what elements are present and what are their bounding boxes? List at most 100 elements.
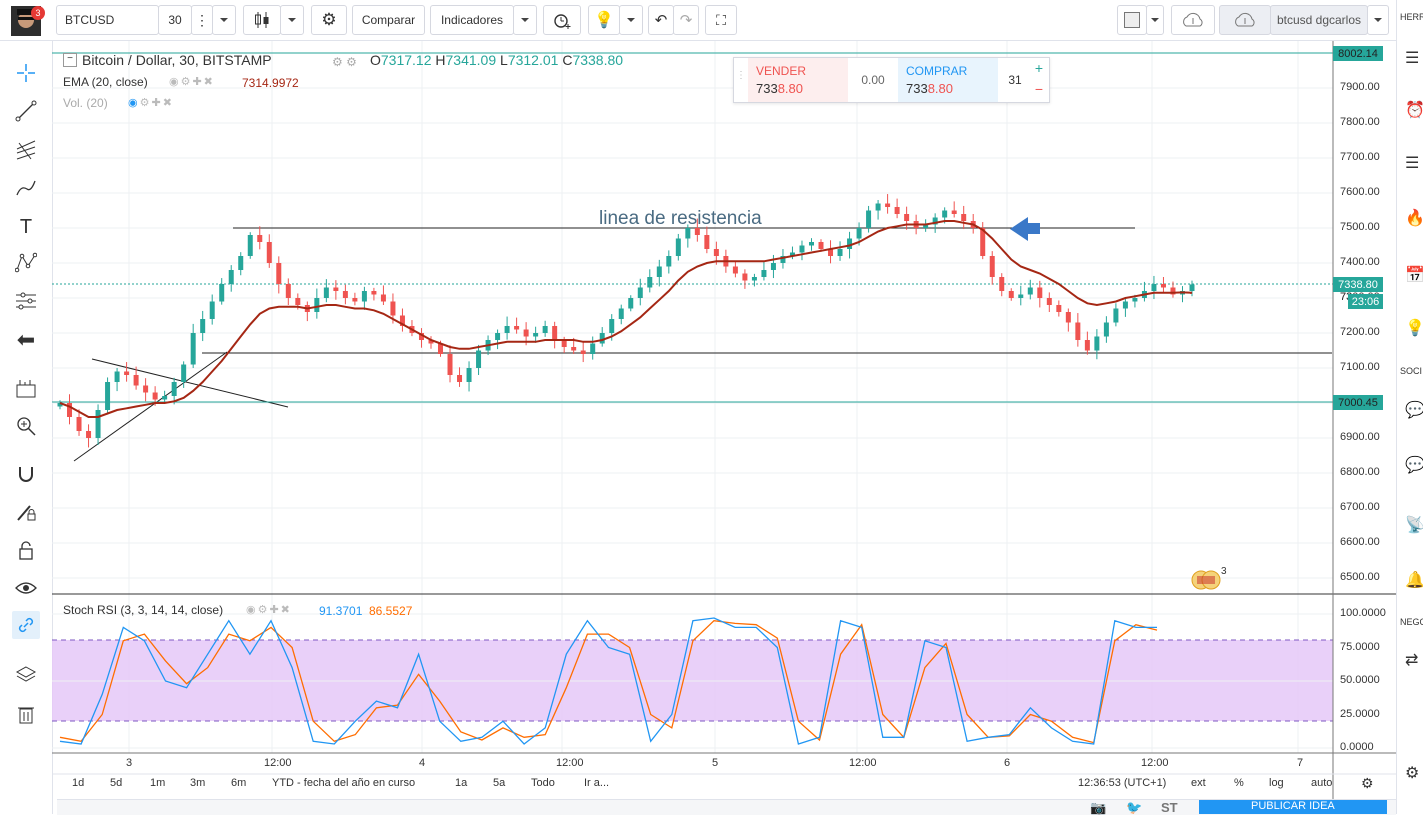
auto-toggle[interactable]: auto bbox=[1311, 777, 1332, 789]
stay-drawing-pencil-lock-icon[interactable] bbox=[12, 498, 40, 526]
eye-icon[interactable] bbox=[12, 574, 40, 602]
candle-body bbox=[770, 263, 776, 270]
crosshair-icon[interactable] bbox=[12, 59, 40, 87]
brush-icon[interactable] bbox=[12, 174, 40, 202]
range-all[interactable]: Todo bbox=[531, 777, 555, 789]
buy-button[interactable]: COMPRAR 7338.80 bbox=[898, 58, 998, 102]
volume-legend[interactable]: Vol. (20) bbox=[63, 96, 108, 110]
time-label: 12:00 bbox=[1141, 757, 1169, 769]
collapse-legend-button[interactable]: − bbox=[63, 53, 77, 67]
range-3m[interactable]: 3m bbox=[190, 777, 205, 789]
stocktwits-icon[interactable]: ST bbox=[1161, 800, 1178, 815]
indicators-dropdown[interactable] bbox=[513, 5, 537, 35]
layers-icon[interactable] bbox=[12, 661, 40, 689]
stoch-controls-icon[interactable]: ◉⚙✚✖ bbox=[246, 603, 292, 616]
ema-controls-icon[interactable]: ◉⚙✚✖ bbox=[169, 75, 215, 88]
time-label: 4 bbox=[419, 757, 426, 769]
measure-icon[interactable] bbox=[12, 374, 40, 402]
magnet-icon[interactable] bbox=[12, 460, 40, 488]
chart-type-dropdown[interactable] bbox=[280, 5, 304, 35]
indicators-button[interactable]: Indicadores bbox=[430, 5, 514, 35]
text-tool-icon[interactable]: T bbox=[12, 213, 40, 241]
zoom-in-icon[interactable] bbox=[12, 412, 40, 440]
candle-body bbox=[228, 270, 234, 284]
data-window-icon[interactable]: ☰ bbox=[1405, 153, 1423, 172]
candle-body bbox=[542, 326, 548, 333]
private-chat-icon[interactable]: 💬 bbox=[1405, 455, 1423, 474]
symbol-text: BTCUSD bbox=[65, 13, 115, 27]
lock-icon[interactable] bbox=[12, 536, 40, 564]
layout-dropdown[interactable] bbox=[1146, 5, 1164, 35]
interval-more-icon[interactable]: ⋮ bbox=[191, 5, 213, 35]
price-tick-label: 7600.00 bbox=[1340, 186, 1380, 198]
quantity-input[interactable]: 31 bbox=[1000, 58, 1030, 102]
volume-controls-icon[interactable]: ◉⚙✚✖ bbox=[128, 96, 174, 109]
log-toggle[interactable]: log bbox=[1269, 777, 1284, 789]
sell-button[interactable]: VENDER 7338.80 bbox=[748, 58, 848, 102]
settings-gear-icon[interactable]: ⚙ bbox=[311, 5, 347, 35]
interval-dropdown[interactable] bbox=[212, 5, 236, 35]
compare-button[interactable]: Comparar bbox=[352, 5, 425, 35]
event-flag-icon[interactable] bbox=[1191, 569, 1223, 590]
arrow-annotation-icon[interactable] bbox=[1010, 217, 1040, 241]
percent-toggle[interactable]: % bbox=[1234, 777, 1244, 789]
publish-idea-button[interactable]: PUBLICAR IDEA bbox=[1199, 800, 1387, 814]
legend-settings-icon[interactable]: ⚙ ⚙ bbox=[332, 55, 357, 69]
ideas-dropdown[interactable] bbox=[619, 5, 643, 35]
ideas-lightbulb-icon[interactable]: 💡 bbox=[588, 5, 620, 35]
chat-icon[interactable]: 💬 bbox=[1405, 400, 1423, 419]
pitchfork-icon[interactable] bbox=[12, 136, 40, 164]
hotlist-flame-icon[interactable]: 🔥 bbox=[1405, 208, 1423, 227]
trading-panel-icon[interactable]: ⇄ bbox=[1405, 650, 1423, 669]
bottom-panel-tabs[interactable] bbox=[57, 799, 1396, 815]
trash-icon[interactable] bbox=[12, 700, 40, 728]
goto-date-button[interactable]: Ir a... bbox=[584, 777, 609, 789]
drag-handle-icon[interactable]: ⋮⋮ bbox=[736, 70, 756, 81]
range-1d[interactable]: 1d bbox=[72, 777, 84, 789]
resistance-annotation-text[interactable]: linea de resistencia bbox=[599, 208, 762, 230]
qty-plus-icon[interactable]: + bbox=[1031, 60, 1047, 78]
streams-icon[interactable]: 📡 bbox=[1405, 515, 1423, 534]
account-button[interactable]: btcusd dgcarlos bbox=[1270, 5, 1368, 35]
range-5d[interactable]: 5d bbox=[110, 777, 122, 789]
notification-badge[interactable]: 3 bbox=[31, 6, 45, 20]
chart-type-button[interactable] bbox=[243, 5, 281, 35]
layout-button[interactable] bbox=[1117, 5, 1147, 35]
symbol-input[interactable]: BTCUSD bbox=[56, 5, 159, 35]
calendar-icon[interactable]: 📅 bbox=[1405, 265, 1423, 284]
sidebar-settings-gear-icon[interactable]: ⚙ bbox=[1405, 763, 1423, 782]
link-icon[interactable] bbox=[12, 611, 40, 639]
range-6m[interactable]: 6m bbox=[231, 777, 246, 789]
alert-button[interactable] bbox=[543, 5, 581, 35]
stoch-legend[interactable]: Stoch RSI (3, 3, 14, 14, close) bbox=[63, 603, 223, 617]
ext-toggle[interactable]: ext bbox=[1191, 777, 1206, 789]
prediction-tool-icon[interactable] bbox=[12, 287, 40, 315]
qty-minus-icon[interactable]: − bbox=[1031, 81, 1047, 99]
chart-canvas[interactable] bbox=[52, 41, 1396, 814]
watchlist-icon[interactable]: ☰ bbox=[1405, 48, 1423, 67]
fullscreen-icon[interactable]: ⛶ bbox=[705, 5, 737, 35]
notifications-bell-icon[interactable]: 🔔 bbox=[1405, 570, 1423, 589]
ideas-stream-icon[interactable]: 💡 bbox=[1405, 318, 1423, 337]
clock-timezone[interactable]: 12:36:53 (UTC+1) bbox=[1078, 777, 1166, 789]
arrow-left-icon[interactable]: ⬅ bbox=[12, 326, 40, 354]
range-1a[interactable]: 1a bbox=[455, 777, 467, 789]
price-tick-label: 7200.00 bbox=[1340, 326, 1380, 338]
alerts-clock-icon[interactable]: ⏰ bbox=[1405, 100, 1423, 119]
candle-body bbox=[1065, 312, 1071, 323]
account-dropdown[interactable] bbox=[1367, 5, 1389, 35]
range-1m[interactable]: 1m bbox=[150, 777, 165, 789]
undo-icon[interactable]: ↶ bbox=[648, 5, 674, 35]
cloud-upload-button[interactable] bbox=[1219, 5, 1271, 35]
redo-icon[interactable]: ↷ bbox=[673, 5, 699, 35]
pattern-icon[interactable] bbox=[12, 249, 40, 277]
ema-legend[interactable]: EMA (20, close) bbox=[63, 75, 148, 89]
candle-body bbox=[380, 294, 386, 302]
scale-settings-gear-icon[interactable]: ⚙ bbox=[1361, 775, 1374, 792]
range-5a[interactable]: 5a bbox=[493, 777, 505, 789]
cloud-download-button[interactable] bbox=[1171, 5, 1215, 35]
interval-input[interactable]: 30 bbox=[158, 5, 192, 35]
range-ytd[interactable]: YTD - fecha del año en curso bbox=[272, 777, 415, 789]
trend-line-icon[interactable] bbox=[12, 97, 40, 125]
triangle-upper-line[interactable] bbox=[91, 358, 289, 408]
